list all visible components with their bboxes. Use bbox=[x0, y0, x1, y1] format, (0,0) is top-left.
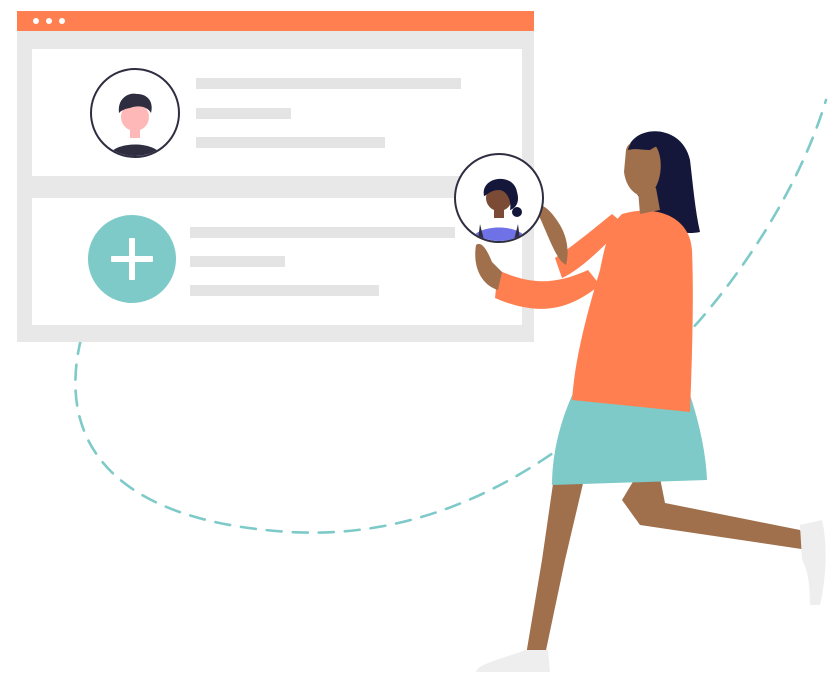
window-control-dots bbox=[33, 18, 65, 24]
placeholder-line bbox=[196, 78, 461, 89]
front-shoe bbox=[800, 520, 826, 605]
held-avatar-icon bbox=[454, 153, 544, 243]
add-user-illustration bbox=[17, 11, 828, 672]
front-leg bbox=[622, 470, 808, 550]
window-dot bbox=[33, 18, 39, 24]
add-user-button[interactable] bbox=[88, 215, 176, 303]
placeholder-line bbox=[196, 137, 385, 148]
placeholder-line bbox=[190, 227, 455, 238]
lower-arm bbox=[495, 270, 600, 309]
placeholder-line bbox=[190, 256, 285, 267]
placeholder-line bbox=[196, 108, 291, 119]
back-shoe bbox=[476, 650, 550, 672]
placeholder-line bbox=[190, 285, 379, 296]
browser-window bbox=[17, 11, 534, 342]
window-title-bar bbox=[17, 11, 534, 31]
window-dot bbox=[59, 18, 65, 24]
user-avatar-icon bbox=[90, 68, 180, 158]
back-leg bbox=[526, 470, 585, 655]
window-dot bbox=[46, 18, 52, 24]
